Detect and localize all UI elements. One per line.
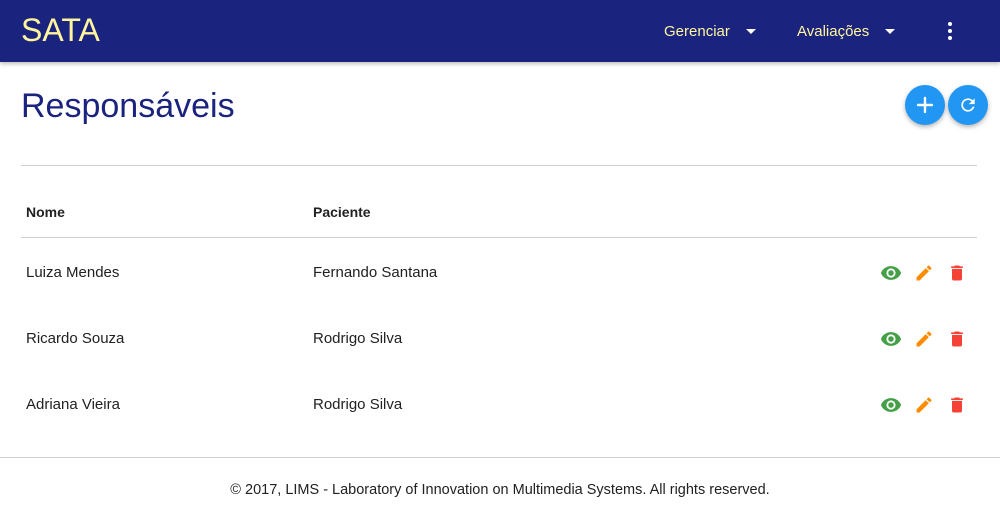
nav-menu-gerenciar-label: Gerenciar — [664, 22, 730, 40]
trash-icon — [951, 331, 963, 347]
cell-nome: Adriana Vieira — [26, 396, 120, 413]
eye-icon — [880, 332, 902, 346]
more-vert-icon[interactable] — [940, 19, 960, 43]
page-title: Responsáveis — [21, 87, 235, 125]
page-footer: © 2017, LIMS - Laboratory of Innovation … — [0, 457, 1000, 523]
delete-button[interactable] — [945, 393, 969, 417]
cell-nome: Luiza Mendes — [26, 264, 120, 281]
trash-icon — [951, 397, 963, 413]
chevron-down-icon — [745, 28, 756, 34]
chevron-down-icon — [885, 28, 896, 34]
cell-paciente: Rodrigo Silva — [313, 330, 403, 347]
table-row: Adriana Vieira Rodrigo Silva — [21, 371, 977, 437]
pencil-icon — [916, 265, 932, 281]
eye-icon — [880, 398, 902, 412]
nav-menu-gerenciar[interactable]: Gerenciar — [664, 0, 756, 62]
cell-nome: Ricardo Souza — [26, 330, 125, 347]
add-button[interactable] — [905, 85, 945, 125]
table-row: Luiza Mendes Fernando Santana — [21, 239, 977, 305]
nav-menu-avaliacoes[interactable]: Avaliações — [797, 0, 896, 62]
cell-paciente: Fernando Santana — [313, 264, 438, 281]
view-button[interactable] — [879, 261, 903, 285]
edit-button[interactable] — [912, 393, 936, 417]
nav-menu-avaliacoes-label: Avaliações — [797, 22, 870, 40]
column-header-paciente: Paciente — [313, 204, 371, 220]
pencil-icon — [916, 331, 932, 347]
view-button[interactable] — [879, 393, 903, 417]
footer-copyright: © 2017, LIMS - Laboratory of Innovation … — [230, 482, 770, 498]
cell-paciente: Rodrigo Silva — [313, 396, 403, 413]
add-icon — [916, 96, 934, 114]
top-navbar: SATA Gerenciar Avaliações — [0, 0, 1000, 62]
delete-button[interactable] — [945, 261, 969, 285]
table-row: Ricardo Souza Rodrigo Silva — [21, 305, 977, 371]
refresh-button[interactable] — [948, 85, 988, 125]
refresh-icon — [961, 98, 975, 112]
pencil-icon — [916, 397, 932, 413]
delete-button[interactable] — [945, 327, 969, 351]
column-header-nome: Nome — [26, 204, 65, 220]
view-button[interactable] — [879, 327, 903, 351]
app-brand[interactable]: SATA — [21, 10, 100, 50]
edit-button[interactable] — [912, 327, 936, 351]
trash-icon — [951, 265, 963, 281]
table-header: Nome Paciente — [21, 186, 977, 238]
edit-button[interactable] — [912, 261, 936, 285]
header-divider — [21, 165, 977, 166]
eye-icon — [880, 266, 902, 280]
